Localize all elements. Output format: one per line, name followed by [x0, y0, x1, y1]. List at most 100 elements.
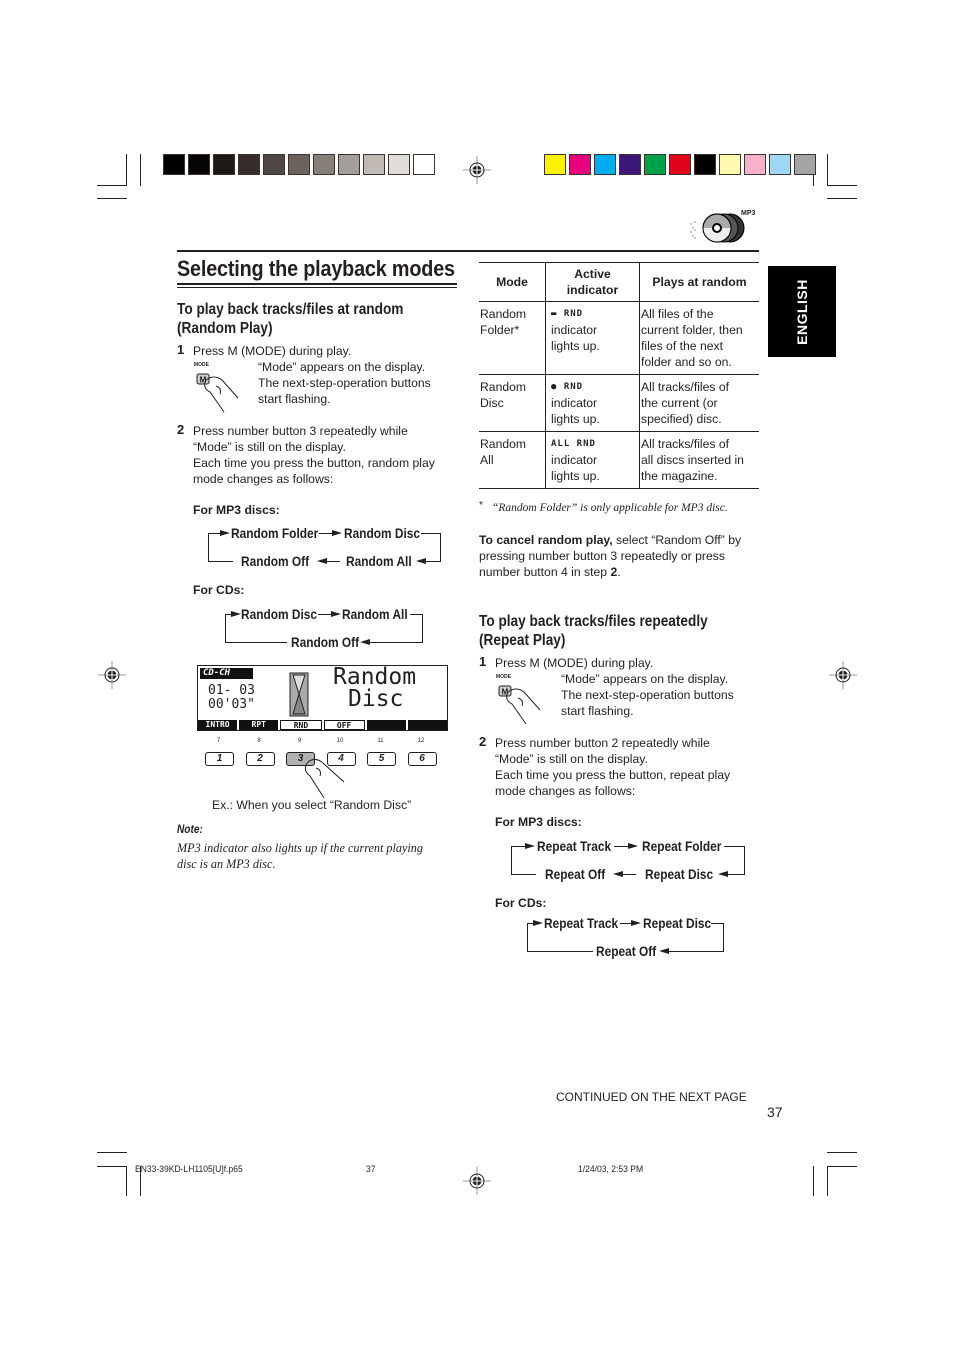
color-swatch	[163, 154, 185, 175]
color-swatch	[594, 154, 616, 175]
cycle-item: Random Disc	[344, 525, 421, 541]
lcd-soft-button	[407, 720, 448, 730]
page-title: Selecting the playback modes	[177, 256, 455, 281]
cycle-item: Repeat Off	[596, 943, 657, 959]
indicator-cell: ALL RND indicator lights up.	[545, 431, 640, 489]
language-tab-label: ENGLISH	[794, 278, 810, 345]
color-swatch	[363, 154, 385, 175]
cycle-item: Repeat Track	[544, 915, 619, 931]
color-swatch	[669, 154, 691, 175]
lcd-message-line2: Disc	[348, 686, 404, 712]
color-swatch	[744, 154, 766, 175]
indicator-cell: ▬ RND indicator lights up.	[545, 301, 640, 375]
mode-cell: Random Disc	[479, 374, 546, 432]
all-rnd-indicator-icon: ALL RND	[551, 439, 596, 449]
mode-caption: MODE	[496, 674, 511, 680]
cycle-item: Random All	[346, 553, 412, 569]
plays-cell: All tracks/files of the current (or specif…	[639, 374, 759, 432]
number-button-5[interactable]: 5	[367, 752, 396, 766]
alt-number-label: 12	[417, 738, 425, 744]
mode-button-illustration: MODE M	[194, 362, 244, 413]
footer-page: 37	[366, 1164, 376, 1175]
grayscale-bar	[163, 154, 435, 175]
mode-button-illustration: MODE M	[496, 674, 546, 725]
indicator-cell: ● RND indicator lights up.	[545, 374, 640, 432]
color-swatch	[213, 154, 235, 175]
color-swatch	[719, 154, 741, 175]
step-text: Press M (MODE) during play.	[193, 344, 352, 358]
plays-cell: All tracks/files of all discs inserted in…	[639, 431, 759, 489]
lcd-soft-button: RND	[280, 720, 322, 730]
color-swatch	[569, 154, 591, 175]
random-modes-table: Mode Active indicator Plays at random Ra…	[479, 262, 759, 489]
cycle-item: Repeat Disc	[645, 866, 714, 882]
lcd-soft-button: RPT	[239, 720, 279, 730]
color-swatch	[769, 154, 791, 175]
registration-mark-icon	[829, 661, 857, 689]
alt-number-label: 10	[336, 738, 344, 744]
color-swatch	[694, 154, 716, 175]
finger-press-icon: M	[498, 685, 541, 725]
number-button-2[interactable]: 2	[245, 752, 275, 766]
color-swatch	[794, 154, 816, 175]
footnote-mark: *	[479, 500, 483, 511]
step-text: Press M (MODE) during play.	[495, 656, 654, 670]
alt-number-label: 7	[216, 738, 221, 744]
color-swatch	[619, 154, 641, 175]
color-swatch	[238, 154, 260, 175]
title-underline	[177, 287, 457, 288]
continued-notice: CONTINUED ON THE NEXT PAGE	[556, 1090, 747, 1104]
step-number: 2	[177, 422, 185, 437]
cycle-item: Repeat Track	[537, 838, 612, 854]
step-detail: “Mode” appears on the display. The next-…	[561, 672, 734, 718]
footer-datetime: 1/24/03, 2:53 PM	[578, 1164, 644, 1175]
repeat-section-heading: To play back tracks/files repeatedly (Re…	[479, 613, 708, 649]
header-rule	[177, 250, 759, 252]
lcd-soft-button: INTRO	[198, 720, 238, 730]
cycle-item: Random All	[342, 606, 408, 622]
cycle-item: Random Disc	[241, 606, 318, 622]
number-button-6[interactable]: 6	[407, 752, 437, 766]
table-row: Random Disc ● RND indicator lights up. All…	[479, 374, 759, 432]
registration-mark-icon	[98, 661, 126, 689]
cancel-random-note: To cancel random play, select “Random Of…	[479, 533, 742, 579]
language-tab: ENGLISH	[768, 266, 836, 357]
table-footnote: “Random Folder” is only applicable for M…	[492, 502, 728, 514]
random-section-heading: To play back tracks/files at random (Ran…	[177, 301, 404, 337]
step-number: 1	[479, 654, 487, 669]
disc-rnd-indicator-icon: ● RND	[551, 382, 584, 392]
number-button-1[interactable]: 1	[205, 752, 234, 766]
lcd-soft-button: OFF	[323, 720, 365, 730]
column-header: Plays at random	[639, 262, 759, 302]
folder-rnd-indicator-icon: ▬ RND	[551, 309, 584, 319]
title-underline	[177, 283, 457, 285]
color-swatch	[263, 154, 285, 175]
color-swatch	[413, 154, 435, 175]
table-row: Random Folder* ▬ RND indicator lights up. …	[479, 301, 759, 375]
color-swatch	[313, 154, 335, 175]
page-number: 37	[767, 1104, 783, 1120]
lcd-source: CD-CH	[200, 668, 253, 679]
mp3-disc-badge: MP3	[688, 210, 760, 246]
alt-number-label: 9	[297, 738, 302, 744]
color-swatch	[338, 154, 360, 175]
cd-label: For CDs:	[193, 583, 245, 597]
color-swatch	[188, 154, 210, 175]
color-swatch	[388, 154, 410, 175]
mp3-label: MP3	[741, 210, 756, 217]
lcd-track: 01- 03	[208, 683, 255, 698]
lcd-display: CD-CH 01- 03 00'03" Random Disc INTRO RP…	[197, 665, 448, 731]
color-swatch	[288, 154, 310, 175]
registration-mark-icon	[463, 156, 491, 184]
column-header: Active indicator	[545, 262, 640, 302]
footer-filename: EN33-39KD-LH1105[U]f.p65	[135, 1164, 243, 1175]
example-caption: Ex.: When you select “Random Disc”	[212, 798, 412, 812]
cycle-item: Repeat Off	[545, 866, 606, 882]
cycle-item: Random Folder	[231, 525, 319, 541]
step-detail: “Mode” appears on the display. The next-…	[258, 360, 431, 406]
cycle-item: Repeat Folder	[642, 838, 722, 854]
disc-stack-icon	[690, 213, 745, 243]
lcd-time: 00'03"	[208, 697, 255, 712]
hourglass-icon	[289, 672, 309, 717]
mode-caption: MODE	[194, 362, 209, 368]
